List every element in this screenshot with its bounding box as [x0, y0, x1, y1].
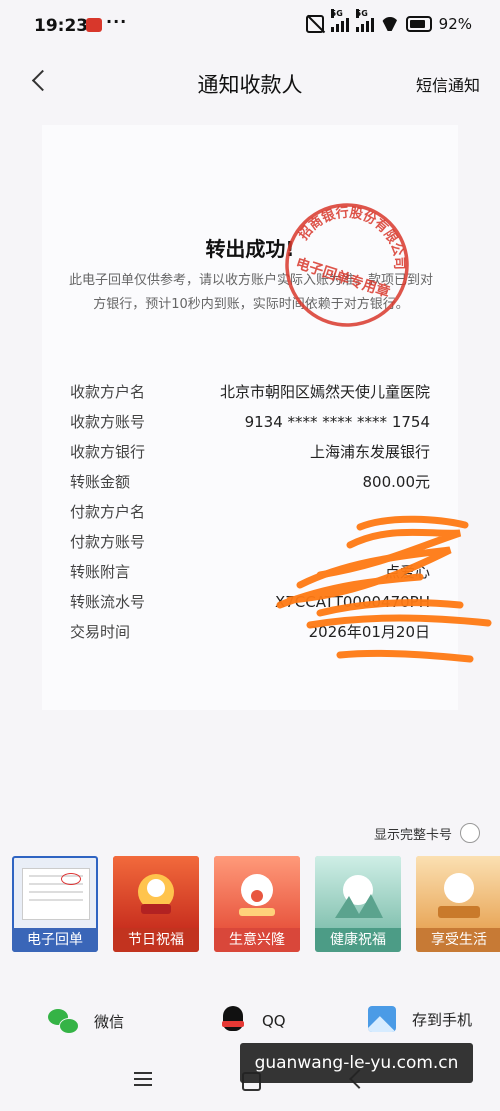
detail-row: 收款方账号 9134 **** **** **** 1754: [70, 407, 430, 437]
status-bar: 19:23 ··· 5G 5G 92%: [0, 0, 500, 50]
detail-row: 转账金额 800.00元: [70, 467, 430, 497]
site-watermark: guanwang-le-yu.com.cn: [240, 1043, 473, 1083]
template-festival[interactable]: 节日祝福: [113, 856, 199, 952]
detail-label: 交易时间: [70, 623, 131, 641]
nav-bar: 通知收款人 短信通知: [0, 55, 500, 107]
more-notifications-icon: ···: [106, 12, 128, 31]
sms-notify-button[interactable]: 短信通知: [416, 72, 480, 96]
status-icons: 5G 5G 92%: [305, 9, 472, 33]
share-qq-button[interactable]: QQ: [220, 1006, 286, 1036]
detail-row: 转账流水号 X7CCATT0000470PH: [70, 587, 430, 617]
detail-value: X7CCATT0000470PH: [274, 593, 430, 611]
detail-value: 800.00元: [362, 473, 431, 491]
detail-label: 收款方户名: [70, 383, 146, 401]
recent-apps-button[interactable]: [134, 1072, 152, 1086]
receipt-details: 收款方户名 北京市朝阳区嫣然天使儿童医院收款方账号 9134 **** **** *…: [70, 377, 430, 647]
template-lifestyle[interactable]: 享受生活: [416, 856, 500, 952]
save-to-phone-label: 存到手机: [412, 1010, 473, 1029]
share-bar: 微信 QQ 存到手机: [0, 998, 500, 1044]
template-label: 生意兴隆: [214, 928, 300, 952]
detail-row: 收款方户名 北京市朝阳区嫣然天使儿童医院: [70, 377, 430, 407]
share-wechat-button[interactable]: 微信: [48, 1006, 124, 1036]
qq-icon: [220, 1006, 246, 1036]
detail-label: 转账流水号: [70, 593, 146, 611]
show-full-card-label: 显示完整卡号: [373, 827, 452, 843]
detail-row: 收款方银行 上海浦东发展银行: [70, 437, 430, 467]
back-button[interactable]: [26, 67, 53, 93]
radio-button[interactable]: [460, 823, 480, 843]
receipt-thumbnail: [12, 856, 98, 928]
template-label: 电子回单: [12, 928, 98, 952]
wifi-icon: [381, 17, 399, 31]
signal-icon-2: 5G: [355, 9, 374, 32]
chevron-left-icon: [31, 69, 53, 91]
detail-label: 付款方户名: [70, 503, 146, 521]
detail-label: 收款方账号: [70, 413, 146, 431]
share-qq-label: QQ: [262, 1012, 286, 1030]
stamp-bottom-text: 电子回单专用章: [294, 255, 392, 301]
detail-row: 付款方户名: [70, 497, 430, 527]
image-icon: [368, 1006, 396, 1032]
detail-value: 上海浦东发展银行: [309, 443, 430, 461]
detail-row: 付款方账号: [70, 527, 430, 557]
detail-row: 转账附言 点爱心: [70, 557, 430, 587]
official-stamp: 招商银行股份有限公司 电子回单专用章: [285, 195, 417, 327]
template-label: 健康祝福: [315, 928, 401, 952]
battery-icon: [405, 16, 432, 32]
signal-icon-1: 5G: [330, 9, 349, 32]
health-art: [315, 856, 401, 928]
detail-value: 北京市朝阳区嫣然天使儿童医院: [219, 383, 430, 401]
template-business[interactable]: 生意兴隆: [214, 856, 300, 952]
detail-value: 点爱心: [384, 563, 430, 581]
mute-icon: [305, 15, 324, 33]
template-label: 节日祝福: [113, 928, 199, 952]
lifestyle-art: [416, 856, 500, 928]
bank-app-icon: [86, 18, 102, 32]
share-wechat-label: 微信: [94, 1012, 125, 1031]
network-type-1: 5G: [330, 9, 343, 18]
detail-value: 9134 **** **** **** 1754: [244, 413, 430, 431]
save-to-phone-button[interactable]: 存到手机: [368, 1006, 472, 1032]
template-electronic-receipt[interactable]: 电子回单: [12, 856, 98, 952]
show-full-card-toggle[interactable]: 显示完整卡号: [374, 823, 480, 843]
network-type-2: 5G: [355, 9, 368, 18]
detail-row: 交易时间 2026年01月20日: [70, 617, 430, 647]
status-time: 19:23: [34, 16, 89, 36]
detail-label: 转账附言: [70, 563, 131, 581]
detail-value: 2026年01月20日: [308, 623, 430, 641]
detail-label: 付款方账号: [70, 533, 146, 551]
receipt-card: 转出成功! 此电子回单仅供参考，请以收方账户实际入账为准。款项已到对方银行，预计…: [42, 125, 458, 710]
template-label: 享受生活: [416, 928, 500, 952]
detail-label: 收款方银行: [70, 443, 146, 461]
battery-percent: 92%: [438, 15, 472, 33]
template-health[interactable]: 健康祝福: [315, 856, 401, 952]
festival-art: [113, 856, 199, 928]
template-strip[interactable]: 电子回单 节日祝福 生意兴隆 健康祝福 享受生活: [12, 856, 500, 952]
detail-label: 转账金额: [70, 473, 131, 491]
business-art: [214, 856, 300, 928]
wechat-icon: [48, 1006, 79, 1036]
